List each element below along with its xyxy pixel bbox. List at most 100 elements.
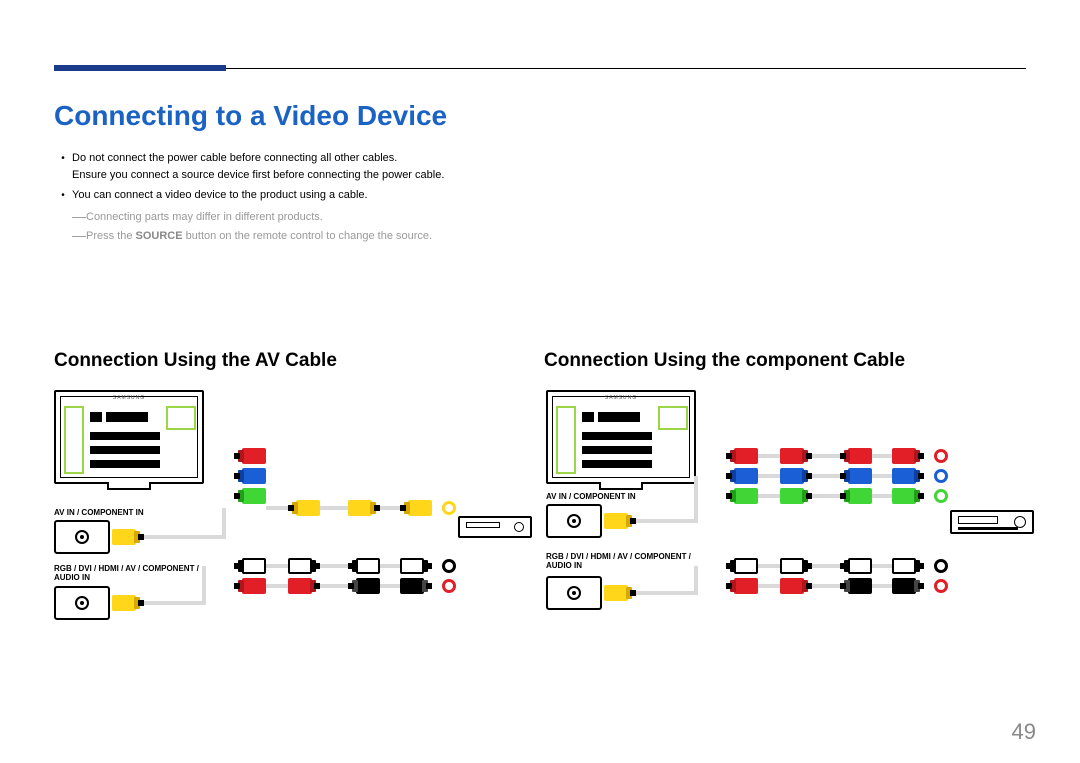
cable-icon <box>202 566 206 605</box>
jack-red-icon <box>934 449 948 463</box>
jack-green-icon <box>934 489 948 503</box>
plug-red-icon <box>780 578 812 594</box>
plug-white-icon <box>234 558 266 574</box>
cable-icon <box>222 508 226 539</box>
cable-icon <box>636 591 696 595</box>
bullet-dot: • <box>54 187 72 204</box>
note-2-pre: Press the <box>86 230 136 242</box>
cable-icon <box>758 494 780 498</box>
note-dash-icon: ― <box>72 227 86 244</box>
bullet-text: Do not connect the power cable before co… <box>72 150 694 183</box>
plug-white-icon <box>348 558 380 574</box>
plug-red-icon <box>726 448 758 464</box>
note-2-post: button on the remote control to change t… <box>183 230 433 242</box>
bullet-1-line1: Do not connect the power cable before co… <box>72 152 397 164</box>
cable-icon <box>872 584 892 588</box>
port-label-av-in: AV IN / COMPONENT IN <box>546 492 636 501</box>
cable-icon <box>266 584 288 588</box>
subheading-component-cable: Connection Using the component Cable <box>544 350 905 372</box>
cable-icon <box>812 454 840 458</box>
plug-blue-icon <box>234 468 266 484</box>
dvd-player-icon <box>458 516 532 538</box>
bullet-2: You can connect a video device to the pr… <box>72 187 694 204</box>
plug-yellow-icon <box>348 500 380 516</box>
note-2-bold: SOURCE <box>136 230 183 242</box>
jack-red-icon <box>442 579 456 593</box>
plug-black-icon <box>400 578 432 594</box>
cable-icon <box>872 494 892 498</box>
port-audio-in <box>54 586 110 620</box>
plug-black-icon <box>348 578 380 594</box>
bullet-list: • Do not connect the power cable before … <box>54 150 694 208</box>
monitor-brand-label: SAMSUNG <box>113 395 145 401</box>
cable-icon <box>694 476 698 523</box>
plug-yellow-icon <box>112 529 144 545</box>
diagram-component-cable: SAMSUNG AV IN / COMPONENT IN RGB / DVI /… <box>540 380 1020 650</box>
cable-icon <box>758 564 780 568</box>
jack-white-icon <box>934 559 948 573</box>
cable-icon <box>144 535 224 539</box>
port-audio-in <box>546 576 602 610</box>
cable-icon <box>320 506 348 510</box>
cable-icon <box>636 519 696 523</box>
note-1: Connecting parts may differ in different… <box>86 208 323 227</box>
cable-icon <box>812 564 840 568</box>
plug-white-icon <box>726 558 758 574</box>
plug-red-icon <box>234 578 266 594</box>
plug-yellow-icon <box>112 595 144 611</box>
plug-red-icon <box>840 448 872 464</box>
plug-yellow-icon <box>604 513 636 529</box>
cable-icon <box>266 564 288 568</box>
cable-icon <box>872 454 892 458</box>
plug-white-icon <box>892 558 924 574</box>
cable-icon <box>320 564 348 568</box>
jack-yellow-icon <box>442 501 456 515</box>
plug-white-icon <box>400 558 432 574</box>
cable-icon <box>380 506 400 510</box>
cable-icon <box>812 584 840 588</box>
plug-green-icon <box>234 488 266 504</box>
port-label-av-in: AV IN / COMPONENT IN <box>54 508 144 517</box>
cable-icon <box>758 584 780 588</box>
cable-icon <box>380 564 400 568</box>
main-title: Connecting to a Video Device <box>54 100 447 132</box>
plug-green-icon <box>892 488 924 504</box>
port-label-audio-in: RGB / DVI / HDMI / AV / COMPONENT / AUDI… <box>546 552 706 570</box>
plug-green-icon <box>726 488 758 504</box>
plug-black-icon <box>840 578 872 594</box>
monitor-back-icon: SAMSUNG <box>546 390 696 484</box>
plug-white-icon <box>780 558 812 574</box>
plug-red-icon <box>892 448 924 464</box>
jack-white-icon <box>442 559 456 573</box>
note-dash-icon: ― <box>72 208 86 225</box>
monitor-back-icon: SAMSUNG <box>54 390 204 484</box>
plug-yellow-icon <box>604 585 636 601</box>
cable-icon <box>872 564 892 568</box>
vcr-device-icon <box>950 510 1034 534</box>
cable-icon <box>812 474 840 478</box>
notes: ― Connecting parts may differ in differe… <box>72 208 712 245</box>
plug-red-icon <box>780 448 812 464</box>
note-2: Press the SOURCE button on the remote co… <box>86 227 432 246</box>
monitor-brand-label: SAMSUNG <box>605 395 637 401</box>
port-av-in <box>54 520 110 554</box>
plug-blue-icon <box>840 468 872 484</box>
header-accent-bar <box>54 65 226 71</box>
plug-red-icon <box>288 578 320 594</box>
cable-icon <box>872 474 892 478</box>
cable-icon <box>380 584 400 588</box>
cable-icon <box>144 601 204 605</box>
page-number: 49 <box>1012 719 1036 745</box>
plug-white-icon <box>840 558 872 574</box>
bullet-1-line2: Ensure you connect a source device first… <box>72 169 444 181</box>
cable-icon <box>694 566 698 595</box>
plug-white-icon <box>288 558 320 574</box>
subheading-av-cable: Connection Using the AV Cable <box>54 350 337 372</box>
cable-icon <box>320 584 348 588</box>
plug-blue-icon <box>780 468 812 484</box>
plug-yellow-icon <box>288 500 320 516</box>
plug-green-icon <box>780 488 812 504</box>
diagram-av-cable: SAMSUNG AV IN / COMPONENT IN RGB / DVI /… <box>48 380 528 650</box>
plug-blue-icon <box>726 468 758 484</box>
cable-icon <box>758 474 780 478</box>
